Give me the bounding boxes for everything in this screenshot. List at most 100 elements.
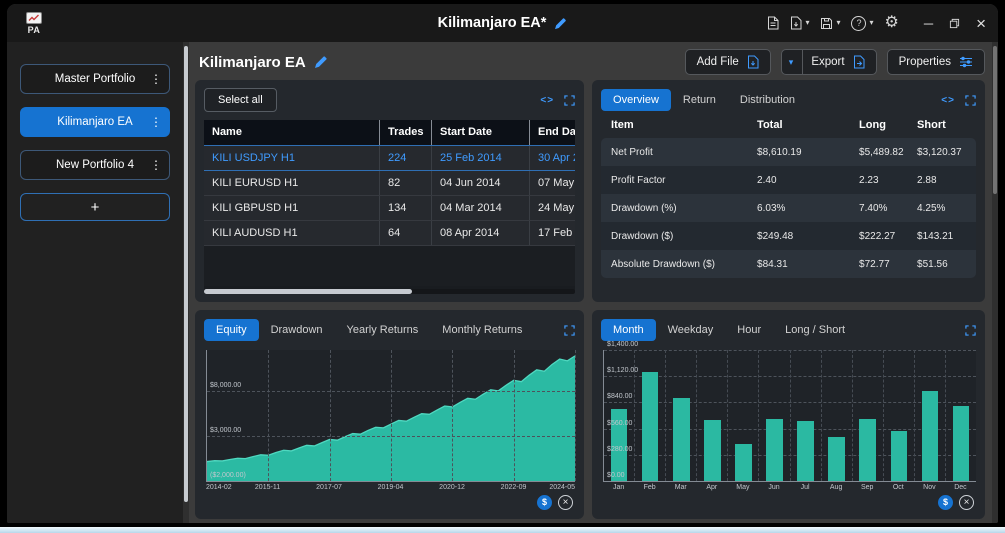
monthly-bar-chart: $1,400.00 $1,120.00 $840.00 $560.00 $280.00 $… — [603, 341, 976, 482]
sliders-icon — [960, 56, 972, 68]
report-document-icon[interactable] — [767, 16, 779, 30]
file-import-icon — [791, 16, 802, 30]
open-file-button[interactable]: ▾ — [790, 16, 809, 30]
expand-icon[interactable] — [564, 94, 575, 106]
y-axis-label: $1,400.00 — [607, 341, 639, 348]
bar-column-feb — [635, 350, 667, 481]
properties-button[interactable]: Properties — [886, 49, 985, 75]
stats-table: Net Profit $8,610.19 $5,489.82 $3,120.37 Pro… — [601, 138, 976, 278]
stats-cell: 2.88 — [917, 174, 937, 186]
stats-tab-distribution[interactable]: Distribution — [728, 89, 807, 111]
code-view-icon[interactable]: <> — [941, 95, 955, 106]
equity-tab-drawdown[interactable]: Drawdown — [259, 319, 335, 341]
sidebar-item-kilimanjaro-ea[interactable]: Kilimanjaro EA ⋮ — [20, 107, 170, 137]
monthly-tab-month[interactable]: Month — [601, 319, 656, 341]
save-button[interactable]: ▾ — [820, 17, 840, 30]
equity-tab-monthly-returns[interactable]: Monthly Returns — [430, 319, 534, 341]
equity-chart: $8,000.00 $3,000.00 ($2,000.00) — [206, 350, 577, 482]
kebab-menu-icon[interactable]: ⋮ — [150, 115, 162, 129]
monthly-tab-hour[interactable]: Hour — [725, 319, 773, 341]
bar-column-jun — [759, 350, 791, 481]
chart-close-button[interactable]: × — [558, 494, 574, 510]
code-view-icon[interactable]: <> — [540, 95, 554, 106]
table-cell: 04 Mar 2014 — [432, 196, 530, 220]
gridline — [391, 350, 393, 481]
chevron-down-icon[interactable]: ▾ — [836, 19, 840, 27]
horizontal-scrollbar-thumb[interactable] — [204, 289, 412, 294]
chevron-down-icon[interactable]: ▾ — [805, 19, 809, 27]
currency-toggle-button[interactable]: $ — [537, 494, 553, 510]
kebab-menu-icon[interactable]: ⋮ — [150, 158, 162, 172]
table-row[interactable]: KILI AUDUSD H16408 Apr 2014 17 Feb 2 — [204, 221, 576, 246]
bar — [952, 406, 970, 481]
stats-tab-return[interactable]: Return — [671, 89, 728, 111]
chevron-down-icon[interactable]: ▾ — [869, 19, 873, 27]
table-row[interactable]: KILI GBPUSD H113404 Mar 2014 24 May 2 — [204, 196, 576, 221]
edit-pencil-icon[interactable] — [314, 55, 328, 69]
x-axis-label: 2019-04 — [377, 484, 404, 491]
y-axis-label: $3,000.00 — [210, 426, 242, 434]
expand-icon[interactable] — [564, 324, 575, 336]
maximize-button[interactable] — [949, 18, 960, 29]
select-all-button[interactable]: Select all — [204, 88, 277, 112]
equity-tab-yearly-returns[interactable]: Yearly Returns — [335, 319, 431, 341]
page-title: Kilimanjaro EA — [199, 53, 306, 71]
add-portfolio-button[interactable]: + — [20, 193, 170, 221]
horizontal-scrollbar[interactable] — [204, 289, 576, 294]
export-dropdown-toggle[interactable]: ▾ — [789, 50, 804, 74]
sidebar-item-master-portfolio[interactable]: Master Portfolio ⋮ — [20, 64, 170, 94]
bar-column-jul — [791, 350, 822, 481]
left-scrollbar-thumb[interactable] — [184, 46, 188, 502]
help-button[interactable]: ? ▾ — [851, 15, 874, 31]
expand-icon[interactable] — [965, 324, 976, 336]
table-cell: 64 — [380, 221, 432, 245]
stats-row: Net Profit $8,610.19 $5,489.82 $3,120.37 — [601, 138, 976, 166]
stats-row: Drawdown (%) 6.03% 7.40% 4.25% — [601, 194, 976, 222]
gridline — [268, 350, 270, 481]
chart-close-button[interactable]: × — [958, 494, 974, 510]
equity-x-axis: 2014-02 2015-11 2017-07 2019-04 2020-12 2022-… — [206, 482, 575, 493]
close-button[interactable]: × — [976, 15, 986, 32]
help-icon: ? — [851, 15, 867, 31]
minimize-button[interactable]: ─ — [924, 17, 933, 30]
x-axis-label: 2015-11 — [254, 484, 281, 491]
y-axis-label: $280.00 — [607, 445, 633, 453]
x-axis-label: Oct — [892, 484, 904, 491]
monthly-returns-panel: Month Weekday Hour Long / Short $1,400.00 $1… — [592, 310, 985, 519]
kebab-menu-icon[interactable]: ⋮ — [150, 72, 162, 86]
stats-cell: Absolute Drawdown ($) — [611, 258, 715, 270]
monthly-tab-weekday[interactable]: Weekday — [656, 319, 726, 341]
column-header-long: Long — [859, 119, 886, 131]
right-scrollbar-thumb[interactable] — [993, 46, 997, 194]
bar — [766, 418, 783, 481]
equity-tab-equity[interactable]: Equity — [204, 319, 259, 341]
stats-cell: $72.77 — [859, 258, 890, 270]
table-row[interactable]: KILI EURUSD H18204 Jun 2014 07 May 2 — [204, 171, 576, 196]
currency-toggle-button[interactable]: $ — [937, 494, 953, 510]
x-axis-label: Nov — [923, 484, 936, 491]
stats-tab-overview[interactable]: Overview — [601, 89, 671, 111]
left-scrollbar[interactable] — [183, 42, 189, 523]
sidebar-item-new-portfolio-4[interactable]: New Portfolio 4 ⋮ — [20, 150, 170, 180]
right-scrollbar[interactable] — [992, 42, 998, 523]
properties-label: Properties — [898, 56, 951, 68]
table-cell: 134 — [380, 196, 432, 220]
export-button[interactable]: ▾ Export — [780, 49, 877, 75]
stats-cell: Drawdown (%) — [611, 202, 677, 214]
stats-cell: 7.40% — [859, 202, 888, 214]
monthly-tab-long-short[interactable]: Long / Short — [773, 319, 857, 341]
settings-gear-icon[interactable]: ⚙ — [885, 15, 899, 31]
expand-icon[interactable] — [965, 94, 976, 106]
edit-pencil-icon[interactable] — [554, 17, 567, 30]
stats-cell: $143.21 — [917, 230, 954, 242]
add-file-button[interactable]: Add File — [684, 49, 771, 75]
x-axis-label: Feb — [643, 484, 656, 491]
table-row[interactable]: KILI USDJPY H1 224 25 Feb 2014 30 Apr 2 — [204, 146, 576, 171]
export-file-icon — [853, 55, 865, 69]
y-axis-label: $8,000.00 — [210, 381, 242, 389]
x-axis-label: Jul — [800, 484, 810, 491]
stats-cell: Profit Factor — [611, 174, 666, 186]
add-file-icon — [747, 55, 759, 69]
taskbar-edge — [0, 527, 1005, 533]
x-axis-label: 2020-12 — [439, 484, 465, 491]
